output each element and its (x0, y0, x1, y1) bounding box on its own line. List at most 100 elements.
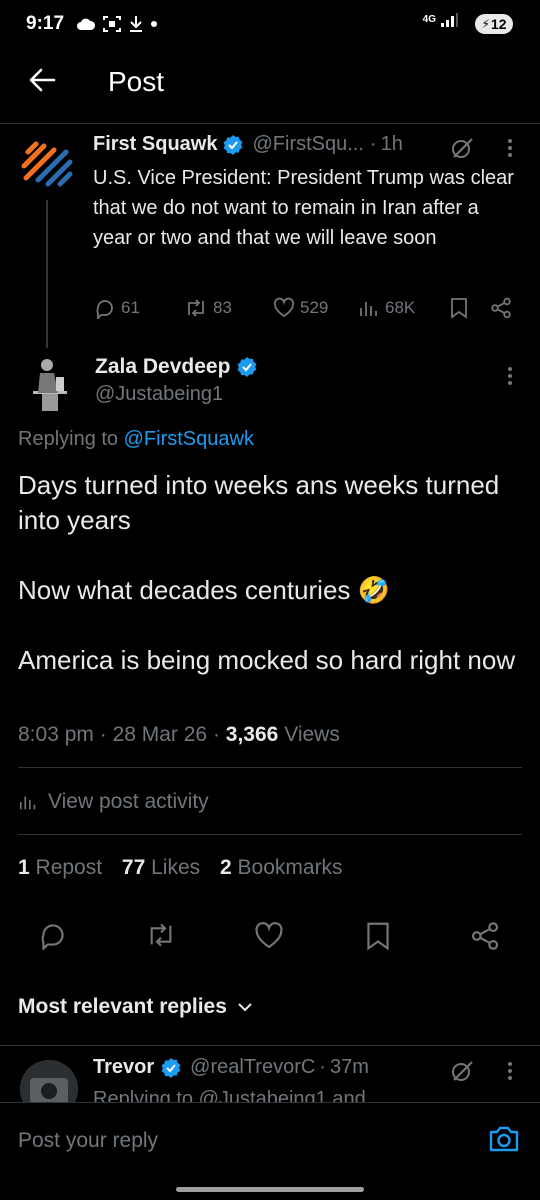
profile-photo-icon (20, 351, 74, 411)
author-name[interactable]: Trevor (93, 1056, 154, 1079)
reply-input[interactable]: Post your reply (18, 1129, 158, 1153)
likes-label: Likes (151, 856, 201, 879)
view-post-activity-label: View post activity (48, 790, 209, 813)
status-signal: 4G (423, 12, 458, 28)
post-meta: 8:03 pm · 28 Mar 26 · 3,366 Views (18, 723, 340, 746)
verified-badge-icon (224, 134, 243, 155)
dot-icon (151, 21, 157, 27)
reposts-stat[interactable]: 1 Repost (18, 856, 102, 879)
author-handle: @Justabeing1 (95, 383, 224, 405)
grok-icon[interactable] (450, 136, 474, 160)
replies-sort-label: Most relevant replies (18, 995, 227, 1018)
more-icon[interactable] (500, 1060, 520, 1082)
post-time: 1h (380, 133, 403, 155)
reply-preview-text: Replying to @Justabeing1 and (93, 1088, 366, 1102)
avatar[interactable] (20, 138, 74, 192)
post-time: 37m (329, 1056, 369, 1078)
engagement-stats: 1 Repost 77 Likes 2 Bookmarks (18, 856, 343, 880)
bookmark-icon (367, 922, 389, 951)
home-indicator[interactable] (176, 1187, 364, 1192)
screenshot-icon (103, 16, 121, 32)
like-icon (255, 922, 283, 949)
profile-photo-icon (20, 1060, 78, 1102)
repost-icon (188, 299, 204, 317)
repost-button[interactable]: 83 (184, 297, 232, 319)
share-icon (471, 922, 499, 950)
avatar[interactable] (20, 351, 74, 411)
bookmarks-label: Bookmarks (237, 856, 343, 879)
page-title: Post (108, 66, 165, 97)
more-icon[interactable] (500, 365, 520, 387)
views-count: 68K (385, 298, 416, 317)
reposts-label: Repost (35, 856, 103, 879)
bookmark-button[interactable] (449, 297, 469, 319)
post-date: 28 Mar 26 (112, 723, 208, 746)
camera-button[interactable] (488, 1125, 520, 1153)
thread-line (46, 200, 48, 348)
views-label: Views (284, 723, 340, 746)
author-handle: @realTrevorC (190, 1056, 316, 1078)
network-type: 4G (422, 14, 436, 25)
grok-icon[interactable] (450, 1059, 474, 1083)
reply-preview[interactable]: Trevor @realTrevorC · 37m Replying to @J… (0, 1046, 540, 1102)
like-icon (273, 297, 295, 318)
bookmark-button[interactable] (364, 921, 396, 953)
views-button[interactable]: 68K (358, 297, 415, 319)
replying-to-handle[interactable]: @FirstSquawk (124, 428, 254, 450)
reposts-count: 1 (18, 856, 30, 879)
author-name[interactable]: First Squawk (93, 133, 217, 156)
like-button[interactable] (254, 921, 286, 953)
reply-composer: Post your reply (0, 1102, 540, 1200)
like-button[interactable]: 529 (273, 297, 328, 319)
post-time: 8:03 pm (18, 723, 94, 746)
author-name[interactable]: Zala Devdeep (95, 355, 230, 379)
like-count: 529 (300, 298, 329, 317)
views-count: 3,366 (225, 723, 279, 746)
parent-post-header: First Squawk @FirstSqu... · 1h (93, 133, 403, 156)
reply-count: 61 (121, 298, 140, 317)
signal-icon (441, 13, 458, 27)
reply-icon (96, 300, 113, 319)
post-text-paragraph-1: Days turned into weeks ans weeks turned … (18, 470, 500, 535)
replies-sort-dropdown[interactable]: Most relevant replies (18, 995, 253, 1019)
battery-indicator: ⚡ 12 (475, 14, 513, 34)
download-icon (130, 16, 142, 32)
repost-button[interactable] (145, 920, 177, 952)
post-text-paragraph-3: America is being mocked so hard right no… (18, 645, 516, 675)
status-bar: 9:17 4G ⚡ 12 (0, 0, 540, 50)
more-icon[interactable] (500, 137, 520, 159)
share-button[interactable] (490, 297, 512, 319)
verified-badge-icon (161, 1057, 181, 1078)
header-divider (0, 123, 540, 124)
reply-button[interactable]: 61 (94, 297, 140, 319)
camera-icon (489, 1126, 519, 1152)
bookmarks-stat[interactable]: 2 Bookmarks (220, 856, 343, 879)
divider (18, 767, 522, 768)
share-icon (491, 297, 511, 319)
likes-stat[interactable]: 77 Likes (122, 856, 200, 879)
reply-button[interactable] (38, 920, 70, 952)
replying-to-label: Replying to (18, 428, 119, 450)
first-squawk-logo-icon (21, 141, 73, 187)
replying-to: Replying to @FirstSquawk (18, 428, 254, 451)
main-post-author[interactable]: Zala Devdeep (95, 355, 258, 379)
avatar[interactable] (20, 1060, 78, 1102)
share-button[interactable] (470, 921, 502, 953)
cloud-icon (77, 18, 96, 30)
post-text-paragraph-2: Now what decades centuries 🤣 (18, 575, 390, 605)
back-arrow-icon[interactable] (28, 66, 58, 96)
charging-icon: ⚡ (481, 17, 490, 31)
bookmarks-count: 2 (220, 856, 232, 879)
verified-badge-icon (238, 357, 257, 377)
likes-count: 77 (121, 856, 146, 879)
reply-header: Trevor @realTrevorC · 37m (93, 1056, 369, 1079)
bookmark-icon (451, 298, 467, 319)
chevron-down-icon (238, 1003, 252, 1012)
status-time: 9:17 (26, 13, 65, 34)
reply-icon (41, 924, 64, 950)
status-notification-icons (76, 15, 158, 33)
views-icon (360, 302, 377, 316)
view-post-activity[interactable]: View post activity (18, 790, 209, 814)
views-icon (19, 796, 36, 810)
separator: · (369, 133, 377, 155)
